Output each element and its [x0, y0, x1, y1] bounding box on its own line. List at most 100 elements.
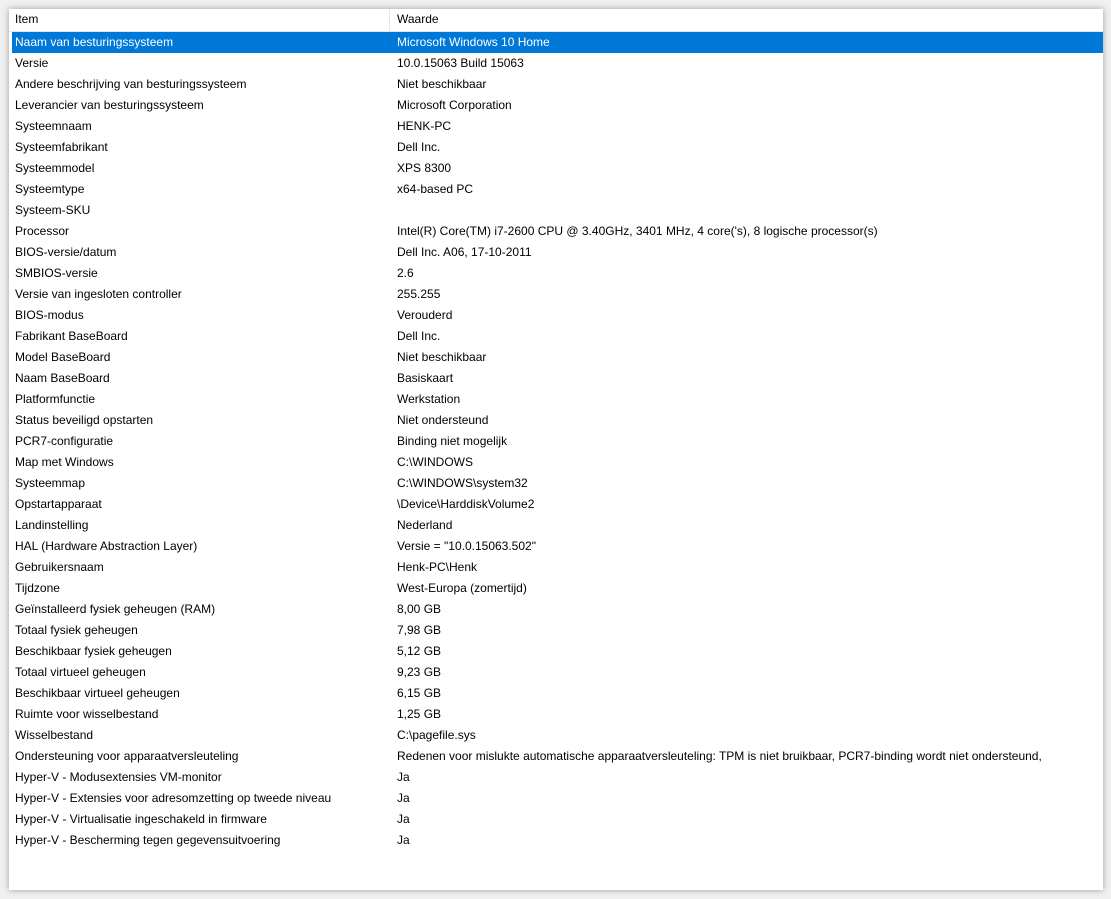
table-row[interactable]: Totaal fysiek geheugen 7,98 GB [12, 620, 1103, 641]
table-row[interactable]: Systeemtype x64-based PC [12, 179, 1103, 200]
table-row[interactable]: HAL (Hardware Abstraction Layer) Versie =… [12, 536, 1103, 557]
row-item: Systeemfabrikant [15, 140, 108, 154]
table-row[interactable]: Processor Intel(R) Core(TM) i7-2600 CPU @… [12, 221, 1103, 242]
table-row[interactable]: Beschikbaar virtueel geheugen 6,15 GB [12, 683, 1103, 704]
row-value: Intel(R) Core(TM) i7-2600 CPU @ 3.40GHz,… [397, 224, 878, 238]
row-value: Werkstation [397, 392, 461, 406]
row-value: Niet beschikbaar [397, 350, 487, 364]
table-row[interactable]: Gebruikersnaam Henk-PC\Henk [12, 557, 1103, 578]
row-item: Platformfunctie [15, 392, 96, 406]
row-item: Ondersteuning voor apparaatversleuteling [15, 749, 239, 763]
table-row[interactable]: Ondersteuning voor apparaatversleuteling… [12, 746, 1103, 767]
row-value: Ja [397, 812, 410, 826]
row-item: BIOS-versie/datum [15, 245, 117, 259]
row-value: Dell Inc. [397, 140, 441, 154]
column-header-item[interactable]: Item [9, 9, 390, 31]
row-value: HENK-PC [397, 119, 452, 133]
row-value: Niet ondersteund [397, 413, 489, 427]
row-item: Hyper-V - Bescherming tegen gegevensuitv… [15, 833, 281, 847]
row-value: Basiskaart [397, 371, 454, 385]
row-item: Systeemtype [15, 182, 85, 196]
row-item: Naam van besturingssysteem [15, 35, 174, 49]
row-value: Ja [397, 791, 410, 805]
row-value: Niet beschikbaar [397, 77, 487, 91]
row-value: C:\WINDOWS\system32 [397, 476, 528, 490]
table-row[interactable]: Hyper-V - Modusextensies VM-monitor Ja [12, 767, 1103, 788]
row-value: Henk-PC\Henk [397, 560, 478, 574]
table-row[interactable]: Platformfunctie Werkstation [12, 389, 1103, 410]
row-value: 8,00 GB [397, 602, 442, 616]
row-value: 6,15 GB [397, 686, 442, 700]
table-row[interactable]: Systeem-SKU [12, 200, 1103, 221]
row-item: Hyper-V - Modusextensies VM-monitor [15, 770, 222, 784]
row-value: Redenen voor mislukte automatische appar… [397, 749, 1042, 763]
table-row[interactable]: PCR7-configuratie Binding niet mogelijk [12, 431, 1103, 452]
table-row[interactable]: Hyper-V - Extensies voor adresomzetting … [12, 788, 1103, 809]
table-row[interactable]: Versie 10.0.15063 Build 15063 [12, 53, 1103, 74]
row-value: Verouderd [397, 308, 453, 322]
table-row[interactable]: Tijdzone West-Europa (zomertijd) [12, 578, 1103, 599]
row-item: Model BaseBoard [15, 350, 111, 364]
row-value: 10.0.15063 Build 15063 [397, 56, 524, 70]
system-summary-list: Item Waarde Naam van besturingssysteem Mi… [9, 9, 1103, 890]
table-row[interactable]: Hyper-V - Virtualisatie ingeschakeld in … [12, 809, 1103, 830]
table-row[interactable]: Hyper-V - Bescherming tegen gegevensuitv… [12, 830, 1103, 851]
table-row[interactable]: Status beveiligd opstarten Niet ondersteu… [12, 410, 1103, 431]
row-item: Systeemmodel [15, 161, 95, 175]
row-item: Andere beschrijving van besturingssystee… [15, 77, 247, 91]
row-item: PCR7-configuratie [15, 434, 114, 448]
table-row[interactable]: BIOS-versie/datum Dell Inc. A06, 17-10-20… [12, 242, 1103, 263]
row-value: XPS 8300 [397, 161, 452, 175]
row-item: Ruimte voor wisselbestand [15, 707, 159, 721]
table-row[interactable]: Versie van ingesloten controller 255.255 [12, 284, 1103, 305]
table-row[interactable]: Wisselbestand C:\pagefile.sys [12, 725, 1103, 746]
table-row[interactable]: SMBIOS-versie 2.6 [12, 263, 1103, 284]
table-row[interactable]: Systeemmap C:\WINDOWS\system32 [12, 473, 1103, 494]
row-value: C:\WINDOWS [397, 455, 473, 469]
table-row[interactable]: Model BaseBoard Niet beschikbaar [12, 347, 1103, 368]
row-item: Beschikbaar virtueel geheugen [15, 686, 180, 700]
row-item: Status beveiligd opstarten [15, 413, 154, 427]
row-item: HAL (Hardware Abstraction Layer) [15, 539, 198, 553]
row-item: Beschikbaar fysiek geheugen [15, 644, 172, 658]
table-row[interactable]: Systeemnaam HENK-PC [12, 116, 1103, 137]
row-item: Systeemmap [15, 476, 86, 490]
row-value: West-Europa (zomertijd) [397, 581, 527, 595]
table-row[interactable]: Totaal virtueel geheugen 9,23 GB [12, 662, 1103, 683]
table-row[interactable]: Fabrikant BaseBoard Dell Inc. [12, 326, 1103, 347]
row-item: Naam BaseBoard [15, 371, 110, 385]
table-row[interactable]: Leverancier van besturingssysteem Microso… [12, 95, 1103, 116]
row-value: 2.6 [397, 266, 414, 280]
row-item: BIOS-modus [15, 308, 84, 322]
row-item: Versie [15, 56, 49, 70]
table-row[interactable]: Map met Windows C:\WINDOWS [12, 452, 1103, 473]
table-row[interactable]: Geïnstalleerd fysiek geheugen (RAM) 8,00 … [12, 599, 1103, 620]
row-value: Nederland [397, 518, 453, 532]
table-row[interactable]: Beschikbaar fysiek geheugen 5,12 GB [12, 641, 1103, 662]
column-header-value[interactable]: Waarde [390, 9, 1103, 31]
row-value: x64-based PC [397, 182, 474, 196]
row-item: Systeem-SKU [15, 203, 91, 217]
row-value: Dell Inc. A06, 17-10-2011 [397, 245, 532, 259]
table-row[interactable]: Naam van besturingssysteem Microsoft Wind… [12, 32, 1103, 53]
row-item: Totaal virtueel geheugen [15, 665, 146, 679]
table-row[interactable]: Landinstelling Nederland [12, 515, 1103, 536]
row-value: C:\pagefile.sys [397, 728, 476, 742]
row-item: Map met Windows [15, 455, 114, 469]
row-value: Ja [397, 770, 410, 784]
row-value: Ja [397, 833, 410, 847]
row-item: SMBIOS-versie [15, 266, 98, 280]
row-value: 9,23 GB [397, 665, 442, 679]
list-header: Item Waarde [9, 9, 1103, 32]
row-item: Tijdzone [15, 581, 60, 595]
row-value: Versie = "10.0.15063.502" [397, 539, 536, 553]
table-row[interactable]: Ruimte voor wisselbestand 1,25 GB [12, 704, 1103, 725]
table-row[interactable]: Naam BaseBoard Basiskaart [12, 368, 1103, 389]
table-row[interactable]: Andere beschrijving van besturingssystee… [12, 74, 1103, 95]
table-row[interactable]: BIOS-modus Verouderd [12, 305, 1103, 326]
table-row[interactable]: Systeemfabrikant Dell Inc. [12, 137, 1103, 158]
table-row[interactable]: Opstartapparaat \Device\HarddiskVolume2 [12, 494, 1103, 515]
row-item: Processor [15, 224, 70, 238]
table-row[interactable]: Systeemmodel XPS 8300 [12, 158, 1103, 179]
row-item: Geïnstalleerd fysiek geheugen (RAM) [15, 602, 216, 616]
